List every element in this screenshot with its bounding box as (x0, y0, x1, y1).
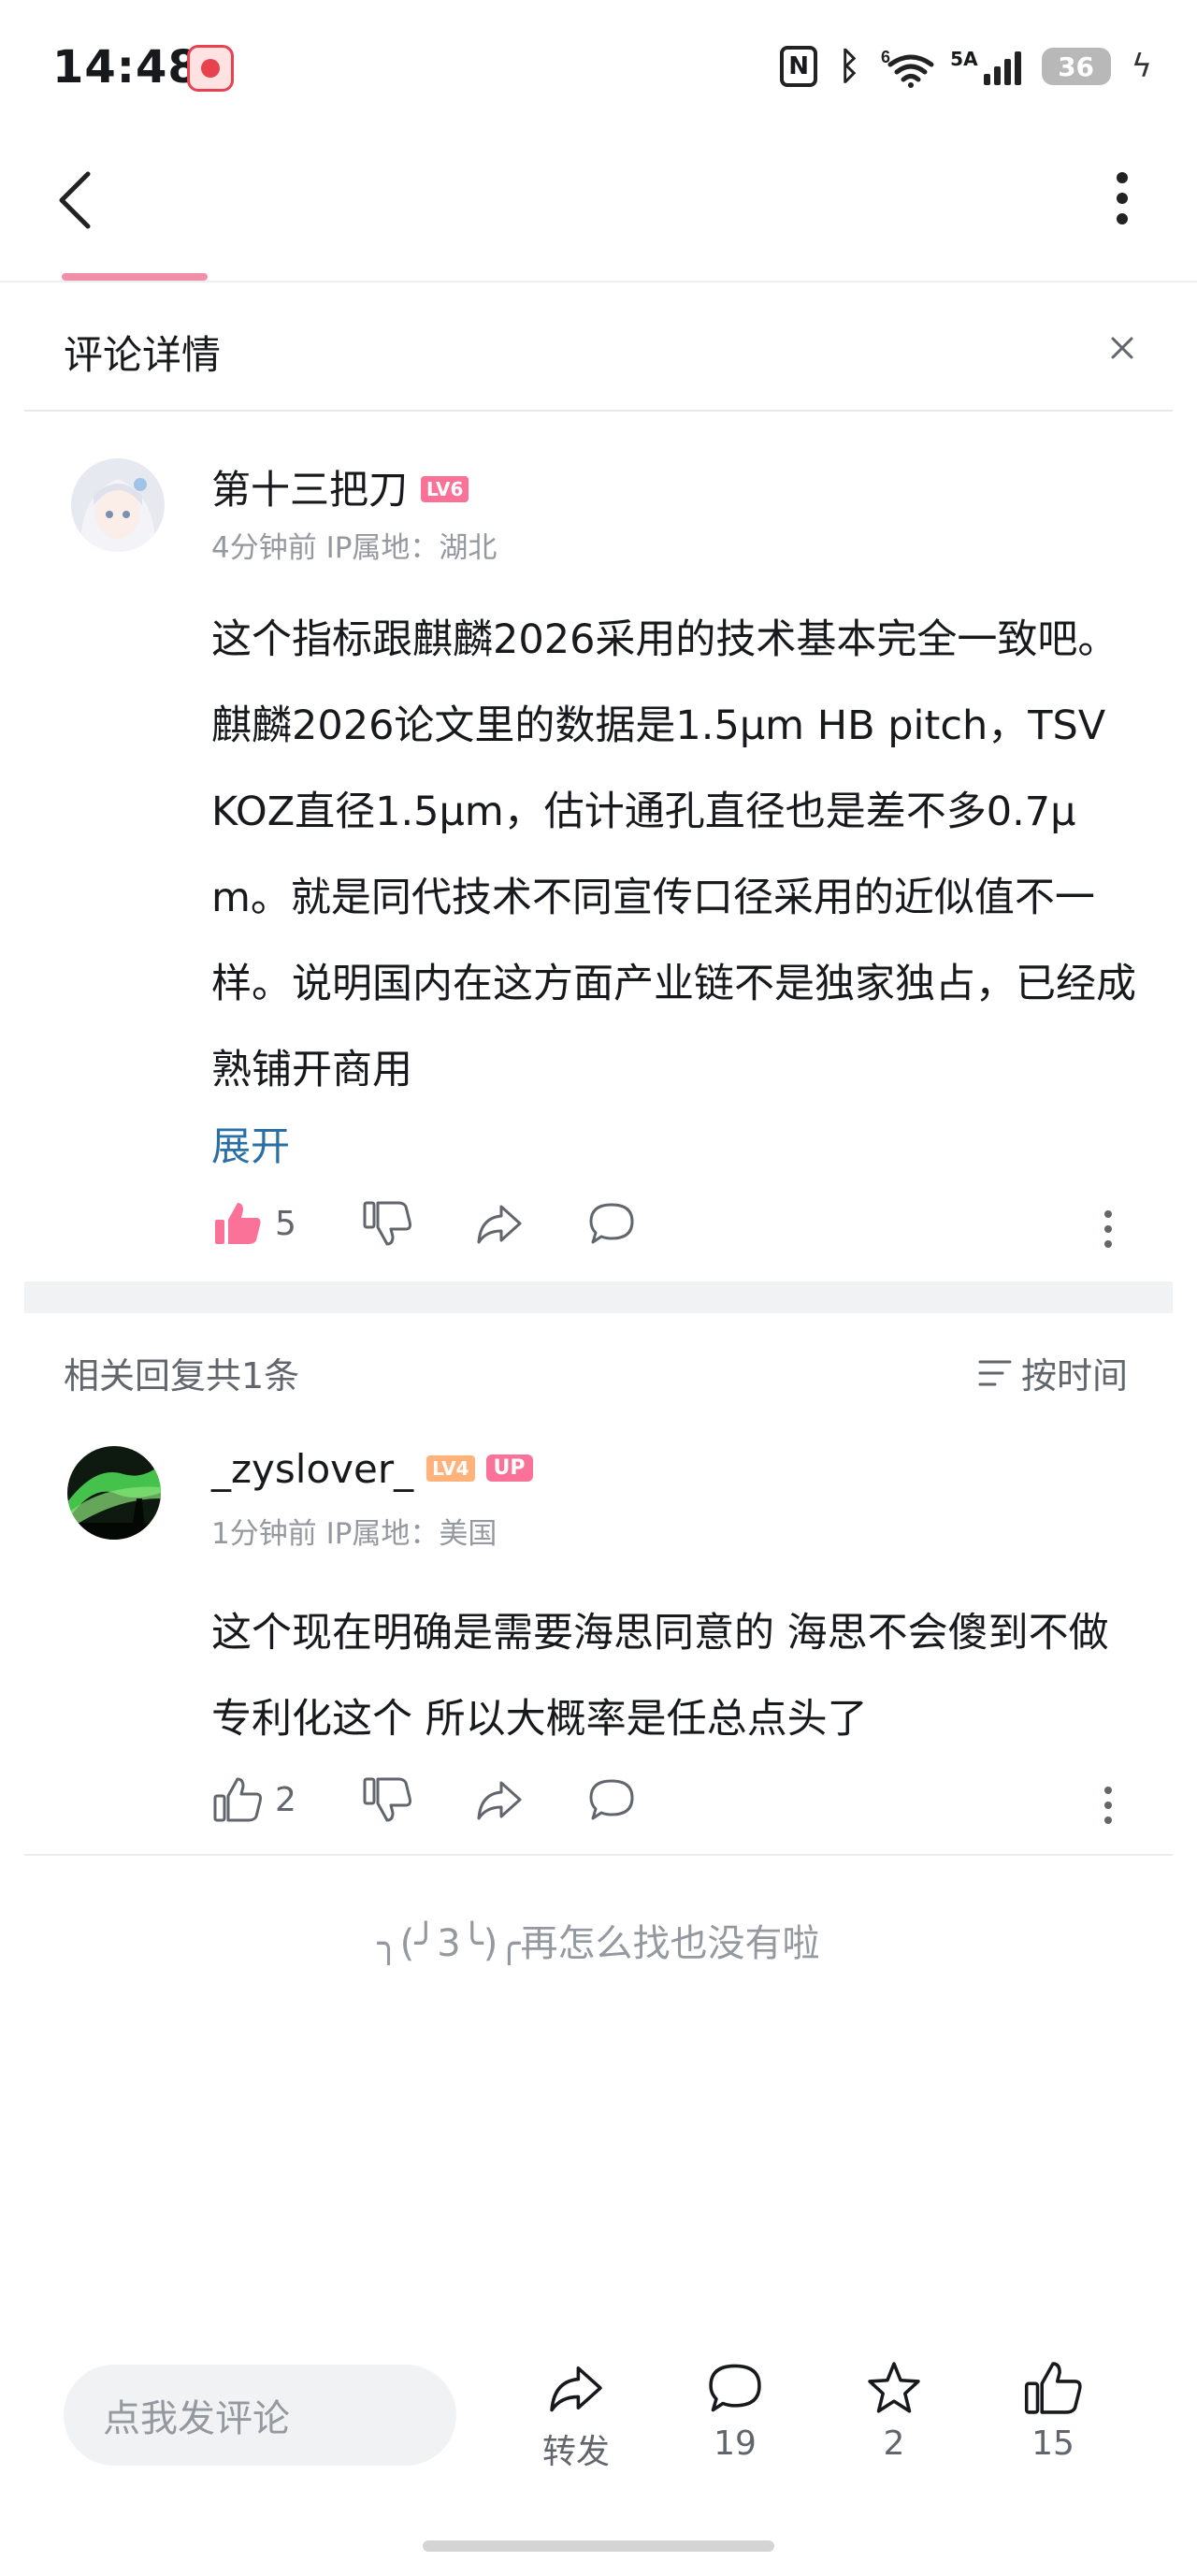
comment-input[interactable]: 点我发评论 (64, 2365, 456, 2466)
more-icon (1104, 1787, 1112, 1824)
status-time: 14:48 (52, 41, 200, 94)
comments-button[interactable]: 19 (679, 2357, 791, 2463)
battery-icon: 36 (1041, 48, 1111, 85)
comment-icon (589, 1203, 634, 1244)
comment-meta: 4分钟前 IP属地：湖北 (211, 531, 498, 565)
share-icon (550, 2366, 602, 2412)
close-button[interactable] (1098, 324, 1147, 372)
charging-icon: ϟ (1131, 48, 1152, 85)
replies-count-label: 相关回复共1条 (64, 1355, 300, 1397)
dislike-button[interactable] (361, 1197, 413, 1250)
sort-by-time-button[interactable]: 按时间 (976, 1347, 1128, 1398)
reply-actions: 2 (211, 1773, 1147, 1839)
reply-like-count: 2 (275, 1780, 296, 1819)
post-likes-count: 15 (1031, 2424, 1074, 2463)
comment-detail-header: 评论详情 (24, 282, 1173, 412)
favorites-count: 2 (883, 2424, 905, 2463)
app-notification-icon (187, 45, 234, 92)
thumbs-down-icon (363, 1777, 411, 1822)
reply-username-text[interactable]: _zyslover_ (211, 1446, 413, 1492)
nfc-icon: N (780, 46, 818, 87)
bluetooth-icon: ᛒ (838, 45, 861, 88)
cellular-label: 5A (950, 48, 978, 70)
share-button[interactable] (473, 1197, 526, 1250)
reply-meta: 1分钟前 IP属地：美国 (211, 1517, 498, 1551)
up-badge: UP (485, 1454, 533, 1482)
top-nav (0, 140, 1197, 282)
reply-avatar[interactable] (67, 1446, 161, 1540)
thumbs-up-icon (1024, 2362, 1082, 2414)
reply-level-badge: LV4 (426, 1454, 475, 1482)
post-like-button[interactable]: 15 (997, 2357, 1109, 2463)
sort-icon (978, 1360, 1012, 1385)
divider (24, 1854, 1173, 1856)
forward-label: 转发 (541, 2433, 610, 2471)
back-icon (59, 171, 91, 229)
thumbs-down-icon (363, 1201, 411, 1246)
cellular-signal-icon: 5A (950, 48, 1021, 85)
reply-more-button[interactable] (1094, 1779, 1122, 1835)
more-button[interactable] (1103, 166, 1141, 232)
like-count: 5 (275, 1204, 296, 1243)
reply-button[interactable] (585, 1197, 638, 1250)
close-icon (1111, 337, 1133, 359)
username-text[interactable]: 第十三把刀 (211, 467, 408, 513)
more-icon (1117, 172, 1128, 224)
wifi-icon: 6 (881, 48, 934, 88)
comment-icon (589, 1779, 634, 1820)
comment-icon (709, 2364, 761, 2412)
end-of-list-text: ╮(╯3╰)╭再怎么找也没有啦 (377, 1922, 820, 1965)
comment-username[interactable]: 第十三把刀 LV6 (211, 458, 469, 515)
active-tab-indicator (62, 273, 208, 281)
share-icon (477, 1205, 522, 1244)
reply-like-button[interactable]: 2 (211, 1773, 296, 1826)
star-icon (868, 2362, 920, 2413)
sort-label[interactable]: 按时间 (1021, 1347, 1128, 1398)
forward-button[interactable]: 转发 (520, 2357, 632, 2473)
status-bar: 14:48 N ᛒ 6 5A 36 ϟ (0, 0, 1197, 140)
comment-actions: 5 (211, 1197, 1147, 1263)
reply-dislike-button[interactable] (361, 1773, 413, 1826)
reply-share-button[interactable] (473, 1773, 526, 1826)
reply-reply-button[interactable] (585, 1773, 638, 1826)
thumbs-up-icon (215, 1203, 261, 1244)
section-divider (24, 1281, 1173, 1313)
comment-more-button[interactable] (1094, 1203, 1122, 1259)
like-button[interactable]: 5 (211, 1197, 296, 1250)
reply-username[interactable]: _zyslover_ LV4 UP (211, 1446, 533, 1492)
expand-link[interactable]: 展开 (211, 1115, 290, 1172)
thumbs-up-icon (213, 1777, 262, 1822)
back-button[interactable] (47, 163, 103, 238)
comments-count: 19 (714, 2424, 757, 2463)
level-badge: LV6 (421, 475, 469, 502)
sheet-title: 评论详情 (64, 332, 222, 378)
favorite-button[interactable]: 2 (838, 2357, 950, 2463)
comment-text: 这个指标跟麒麟2026采用的技术基本完全一致吧。麒麟2026论文里的数据是1.5… (211, 616, 1136, 1093)
status-icons: N ᛒ 6 5A 36 ϟ (780, 45, 1152, 88)
more-icon (1104, 1210, 1112, 1248)
share-icon (477, 1781, 522, 1820)
reply-text: 这个现在明确是需要海思同意的 海思不会傻到不做专利化这个 所以大概率是任总点头了 (211, 1610, 1109, 1743)
avatar[interactable] (71, 458, 165, 552)
home-indicator[interactable] (423, 2540, 774, 2552)
